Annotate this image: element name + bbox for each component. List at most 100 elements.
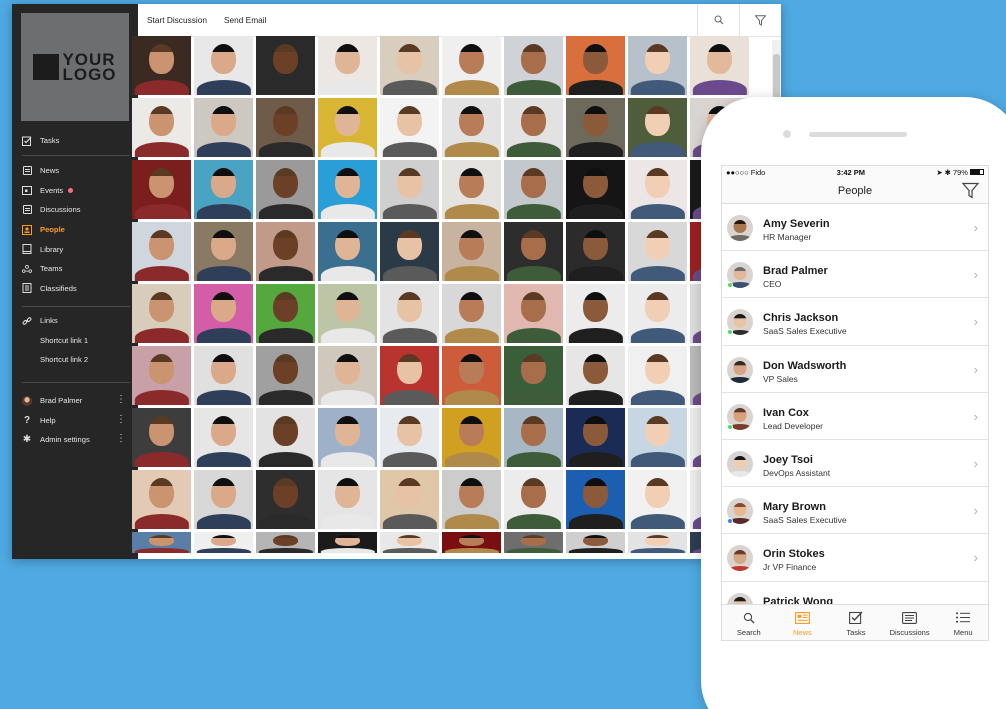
- person-photo[interactable]: [504, 408, 563, 467]
- person-photo[interactable]: [132, 98, 191, 157]
- person-photo[interactable]: [318, 346, 377, 405]
- person-photo[interactable]: [380, 284, 439, 343]
- sidebar-item-events[interactable]: Events: [12, 181, 138, 201]
- person-photo[interactable]: [194, 346, 253, 405]
- list-item[interactable]: Brad Palmer CEO ›: [722, 251, 988, 299]
- person-photo[interactable]: [504, 470, 563, 529]
- sidebar-links-header[interactable]: Links: [12, 311, 138, 331]
- person-photo[interactable]: [628, 160, 687, 219]
- person-photo[interactable]: [132, 532, 191, 553]
- person-photo[interactable]: [504, 346, 563, 405]
- sidebar-item-teams[interactable]: Teams: [12, 259, 138, 279]
- person-photo[interactable]: [566, 284, 625, 343]
- person-photo[interactable]: [566, 408, 625, 467]
- person-photo[interactable]: [256, 98, 315, 157]
- person-photo[interactable]: [628, 346, 687, 405]
- person-photo[interactable]: [566, 222, 625, 281]
- list-item[interactable]: Joey Tsoi DevOps Assistant ›: [722, 440, 988, 488]
- more-options-icon[interactable]: ⋮: [116, 395, 126, 405]
- person-photo[interactable]: [566, 36, 625, 95]
- person-photo[interactable]: [566, 98, 625, 157]
- person-photo[interactable]: [504, 36, 563, 95]
- person-photo[interactable]: [132, 160, 191, 219]
- person-photo[interactable]: [442, 222, 501, 281]
- person-photo[interactable]: [256, 284, 315, 343]
- person-photo[interactable]: [318, 284, 377, 343]
- person-photo[interactable]: [504, 222, 563, 281]
- person-photo[interactable]: [690, 36, 749, 95]
- person-photo[interactable]: [318, 36, 377, 95]
- person-photo[interactable]: [628, 532, 687, 553]
- person-photo[interactable]: [194, 98, 253, 157]
- person-photo[interactable]: [628, 408, 687, 467]
- person-photo[interactable]: [256, 408, 315, 467]
- tab-menu[interactable]: Menu: [936, 605, 988, 640]
- person-photo[interactable]: [628, 470, 687, 529]
- filter-button[interactable]: [739, 4, 781, 36]
- tab-tasks[interactable]: Tasks: [829, 605, 883, 640]
- person-photo[interactable]: [380, 470, 439, 529]
- person-photo[interactable]: [194, 532, 253, 553]
- person-photo[interactable]: [318, 532, 377, 553]
- person-photo[interactable]: [256, 160, 315, 219]
- person-photo[interactable]: [132, 346, 191, 405]
- person-photo[interactable]: [566, 470, 625, 529]
- tab-discussions[interactable]: Discussions: [883, 605, 937, 640]
- person-photo[interactable]: [442, 36, 501, 95]
- person-photo[interactable]: [628, 222, 687, 281]
- person-photo[interactable]: [504, 98, 563, 157]
- tab-news[interactable]: News: [776, 605, 830, 640]
- person-photo[interactable]: [442, 284, 501, 343]
- list-item[interactable]: Ivan Cox Lead Developer ›: [722, 393, 988, 440]
- person-photo[interactable]: [318, 408, 377, 467]
- person-photo[interactable]: [318, 222, 377, 281]
- person-photo[interactable]: [194, 470, 253, 529]
- sidebar-item-help[interactable]: ? Help ⋮: [12, 411, 138, 431]
- person-photo[interactable]: [628, 284, 687, 343]
- person-photo[interactable]: [132, 408, 191, 467]
- person-photo[interactable]: [380, 222, 439, 281]
- person-photo[interactable]: [442, 408, 501, 467]
- person-photo[interactable]: [566, 160, 625, 219]
- sidebar-item-tasks[interactable]: Tasks: [12, 131, 138, 151]
- sidebar-item-news[interactable]: News: [12, 161, 138, 181]
- sidebar-item-discussions[interactable]: Discussions: [12, 200, 138, 220]
- shortcut-link-1[interactable]: Shortcut link 1: [12, 331, 138, 351]
- person-photo[interactable]: [194, 222, 253, 281]
- person-photo[interactable]: [194, 36, 253, 95]
- person-photo[interactable]: [380, 408, 439, 467]
- person-photo[interactable]: [566, 532, 625, 553]
- list-item[interactable]: Don Wadsworth VP Sales ›: [722, 346, 988, 393]
- more-options-icon[interactable]: ⋮: [116, 414, 126, 425]
- person-photo[interactable]: [504, 532, 563, 553]
- sidebar-item-people[interactable]: People: [12, 220, 138, 240]
- person-photo[interactable]: [442, 98, 501, 157]
- person-photo[interactable]: [442, 160, 501, 219]
- person-photo[interactable]: [256, 532, 315, 553]
- person-photo[interactable]: [442, 532, 501, 553]
- person-photo[interactable]: [380, 160, 439, 219]
- list-item[interactable]: Patrick Wong: [722, 582, 988, 604]
- sidebar-item-library[interactable]: Library: [12, 239, 138, 259]
- person-photo[interactable]: [442, 470, 501, 529]
- person-photo[interactable]: [380, 346, 439, 405]
- person-photo[interactable]: [380, 98, 439, 157]
- person-photo[interactable]: [318, 98, 377, 157]
- person-photo[interactable]: [132, 36, 191, 95]
- person-photo[interactable]: [256, 36, 315, 95]
- filter-icon[interactable]: [962, 182, 979, 199]
- person-photo[interactable]: [442, 346, 501, 405]
- sidebar-item-profile[interactable]: Brad Palmer ⋮: [12, 391, 138, 411]
- person-photo[interactable]: [318, 160, 377, 219]
- sidebar-item-classifieds[interactable]: Classifieds: [12, 279, 138, 299]
- list-item[interactable]: Orin Stokes Jr VP Finance ›: [722, 534, 988, 582]
- person-photo[interactable]: [628, 36, 687, 95]
- person-photo[interactable]: [194, 408, 253, 467]
- person-photo[interactable]: [504, 160, 563, 219]
- more-options-icon[interactable]: ⋮: [116, 434, 126, 444]
- person-photo[interactable]: [132, 284, 191, 343]
- person-photo[interactable]: [380, 532, 439, 553]
- list-item[interactable]: Mary Brown SaaS Sales Executive ›: [722, 487, 988, 535]
- person-photo[interactable]: [380, 36, 439, 95]
- person-photo[interactable]: [256, 470, 315, 529]
